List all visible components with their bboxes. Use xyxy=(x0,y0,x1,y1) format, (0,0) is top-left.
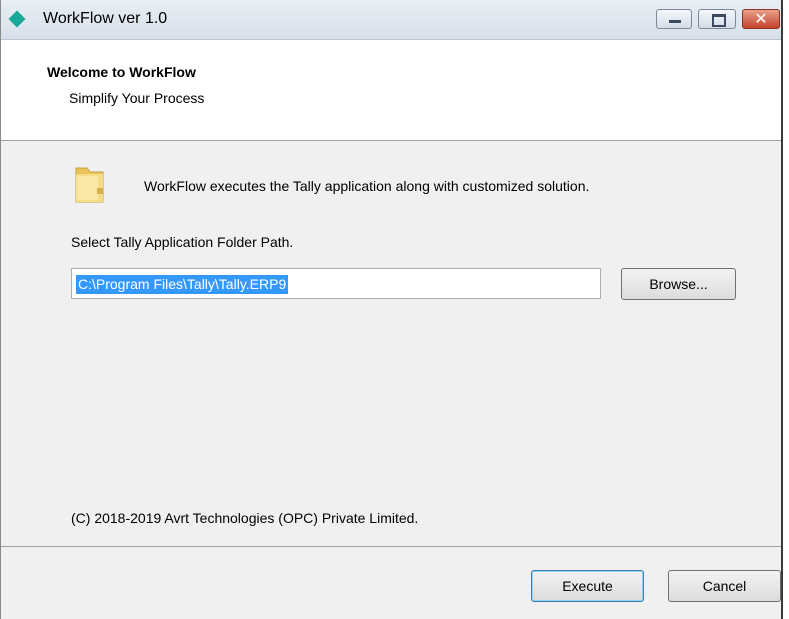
minimize-button[interactable] xyxy=(656,9,692,29)
copyright-text: (C) 2018-2019 Avrt Technologies (OPC) Pr… xyxy=(71,510,419,526)
close-icon: ✕ xyxy=(754,9,768,28)
cancel-button[interactable]: Cancel xyxy=(668,570,781,602)
header-subtitle: Simplify Your Process xyxy=(69,90,205,106)
folder-path-label: Select Tally Application Folder Path. xyxy=(71,234,294,250)
minimize-icon xyxy=(669,20,681,23)
title-bar[interactable]: WorkFlow ver 1.0 ✕ xyxy=(1,0,781,40)
wizard-header: Welcome to WorkFlow Simplify Your Proces… xyxy=(1,40,781,141)
header-title: Welcome to WorkFlow xyxy=(47,64,196,80)
folder-icon xyxy=(75,167,104,203)
folder-path-value: C:\Program Files\Tally\Tally.ERP9 xyxy=(76,275,289,294)
window-title: WorkFlow ver 1.0 xyxy=(43,10,168,27)
browse-button[interactable]: Browse... xyxy=(621,268,736,300)
footer-divider xyxy=(1,546,781,547)
installer-window: WorkFlow ver 1.0 ✕ Welcome to WorkFlow S… xyxy=(0,0,783,619)
folder-path-input[interactable]: C:\Program Files\Tally\Tally.ERP9 xyxy=(71,268,601,299)
execute-button[interactable]: Execute xyxy=(531,570,644,602)
maximize-icon xyxy=(712,14,726,27)
maximize-button[interactable] xyxy=(698,9,736,29)
close-button[interactable]: ✕ xyxy=(742,9,780,29)
app-diamond-icon xyxy=(8,10,26,28)
description-text: WorkFlow executes the Tally application … xyxy=(144,178,590,194)
